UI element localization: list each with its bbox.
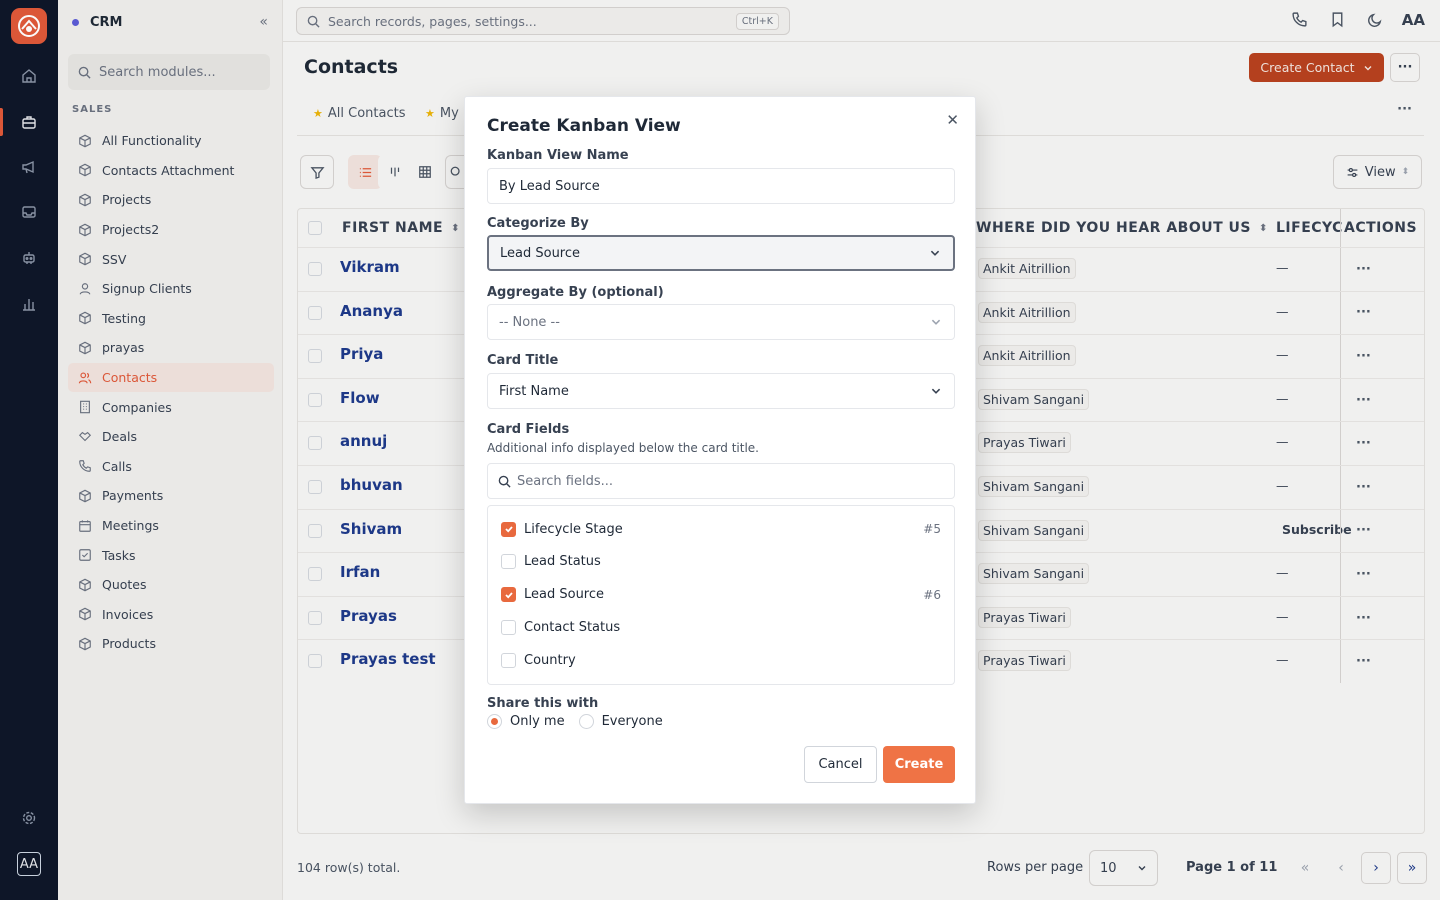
field-option-lead-source[interactable]: Lead Source #6 xyxy=(501,583,941,607)
categorize-by-select[interactable]: Lead Source xyxy=(487,235,955,271)
dialog-title: Create Kanban View xyxy=(487,116,681,136)
field-checkbox[interactable] xyxy=(501,521,516,537)
chevron-down-icon xyxy=(931,388,941,394)
field-option-lead-status[interactable]: Lead Status xyxy=(501,550,941,574)
card-title-select[interactable]: First Name xyxy=(487,373,955,409)
field-label: Country xyxy=(524,652,576,668)
create-button[interactable]: Create xyxy=(883,746,955,783)
share-label: Share this with xyxy=(487,696,599,711)
aggregate-by-value: -- None -- xyxy=(499,314,560,330)
aggregate-by-select[interactable]: -- None -- xyxy=(487,304,955,340)
search-fields-placeholder: Search fields... xyxy=(517,473,614,489)
share-option-label: Everyone xyxy=(601,714,663,729)
field-label: Lead Status xyxy=(524,554,601,570)
categorize-by-value: Lead Source xyxy=(500,245,581,261)
card-fields-list: Lifecycle Stage #5 Lead Status Lead Source #… xyxy=(487,505,955,685)
card-title-value: First Name xyxy=(499,383,569,399)
search-icon xyxy=(498,475,511,488)
share-everyone-radio[interactable] xyxy=(578,714,594,729)
categorize-by-label: Categorize By xyxy=(487,216,589,231)
cancel-button[interactable]: Cancel xyxy=(804,746,877,783)
card-title-label: Card Title xyxy=(487,353,559,368)
field-option-contact-status[interactable]: Contact Status xyxy=(501,615,941,639)
checkmark-icon xyxy=(504,591,513,599)
field-checkbox[interactable] xyxy=(501,587,516,603)
share-options: Only me Everyone xyxy=(487,714,663,729)
field-label: Lead Source xyxy=(524,587,605,603)
card-fields-hint: Additional info displayed below the card… xyxy=(487,441,759,455)
chevron-down-icon xyxy=(931,319,941,325)
field-option-lifecycle-stage[interactable]: Lifecycle Stage #5 xyxy=(501,517,941,541)
field-option-country[interactable]: Country xyxy=(501,648,941,672)
field-label: Lifecycle Stage xyxy=(524,521,623,537)
close-icon[interactable]: ✕ xyxy=(946,111,959,129)
create-kanban-view-dialog: ✕ Create Kanban View Kanban View Name By… xyxy=(464,96,976,804)
field-order-badge: #6 xyxy=(923,587,941,602)
field-label: Contact Status xyxy=(524,619,621,635)
field-checkbox[interactable] xyxy=(501,619,516,635)
kanban-name-label: Kanban View Name xyxy=(487,148,629,163)
share-only-me-radio[interactable] xyxy=(487,714,502,729)
search-fields-input[interactable]: Search fields... xyxy=(487,463,955,499)
aggregate-by-label: Aggregate By (optional) xyxy=(487,285,664,300)
field-order-badge: #5 xyxy=(923,522,941,536)
share-option-label: Only me xyxy=(510,714,565,729)
field-checkbox[interactable] xyxy=(501,554,516,570)
chevron-down-icon xyxy=(930,250,940,256)
card-fields-label: Card Fields xyxy=(487,422,570,437)
kanban-name-input[interactable]: By Lead Source xyxy=(487,168,955,204)
field-checkbox[interactable] xyxy=(501,652,516,668)
checkmark-icon xyxy=(504,526,513,533)
kanban-name-value: By Lead Source xyxy=(499,178,600,194)
